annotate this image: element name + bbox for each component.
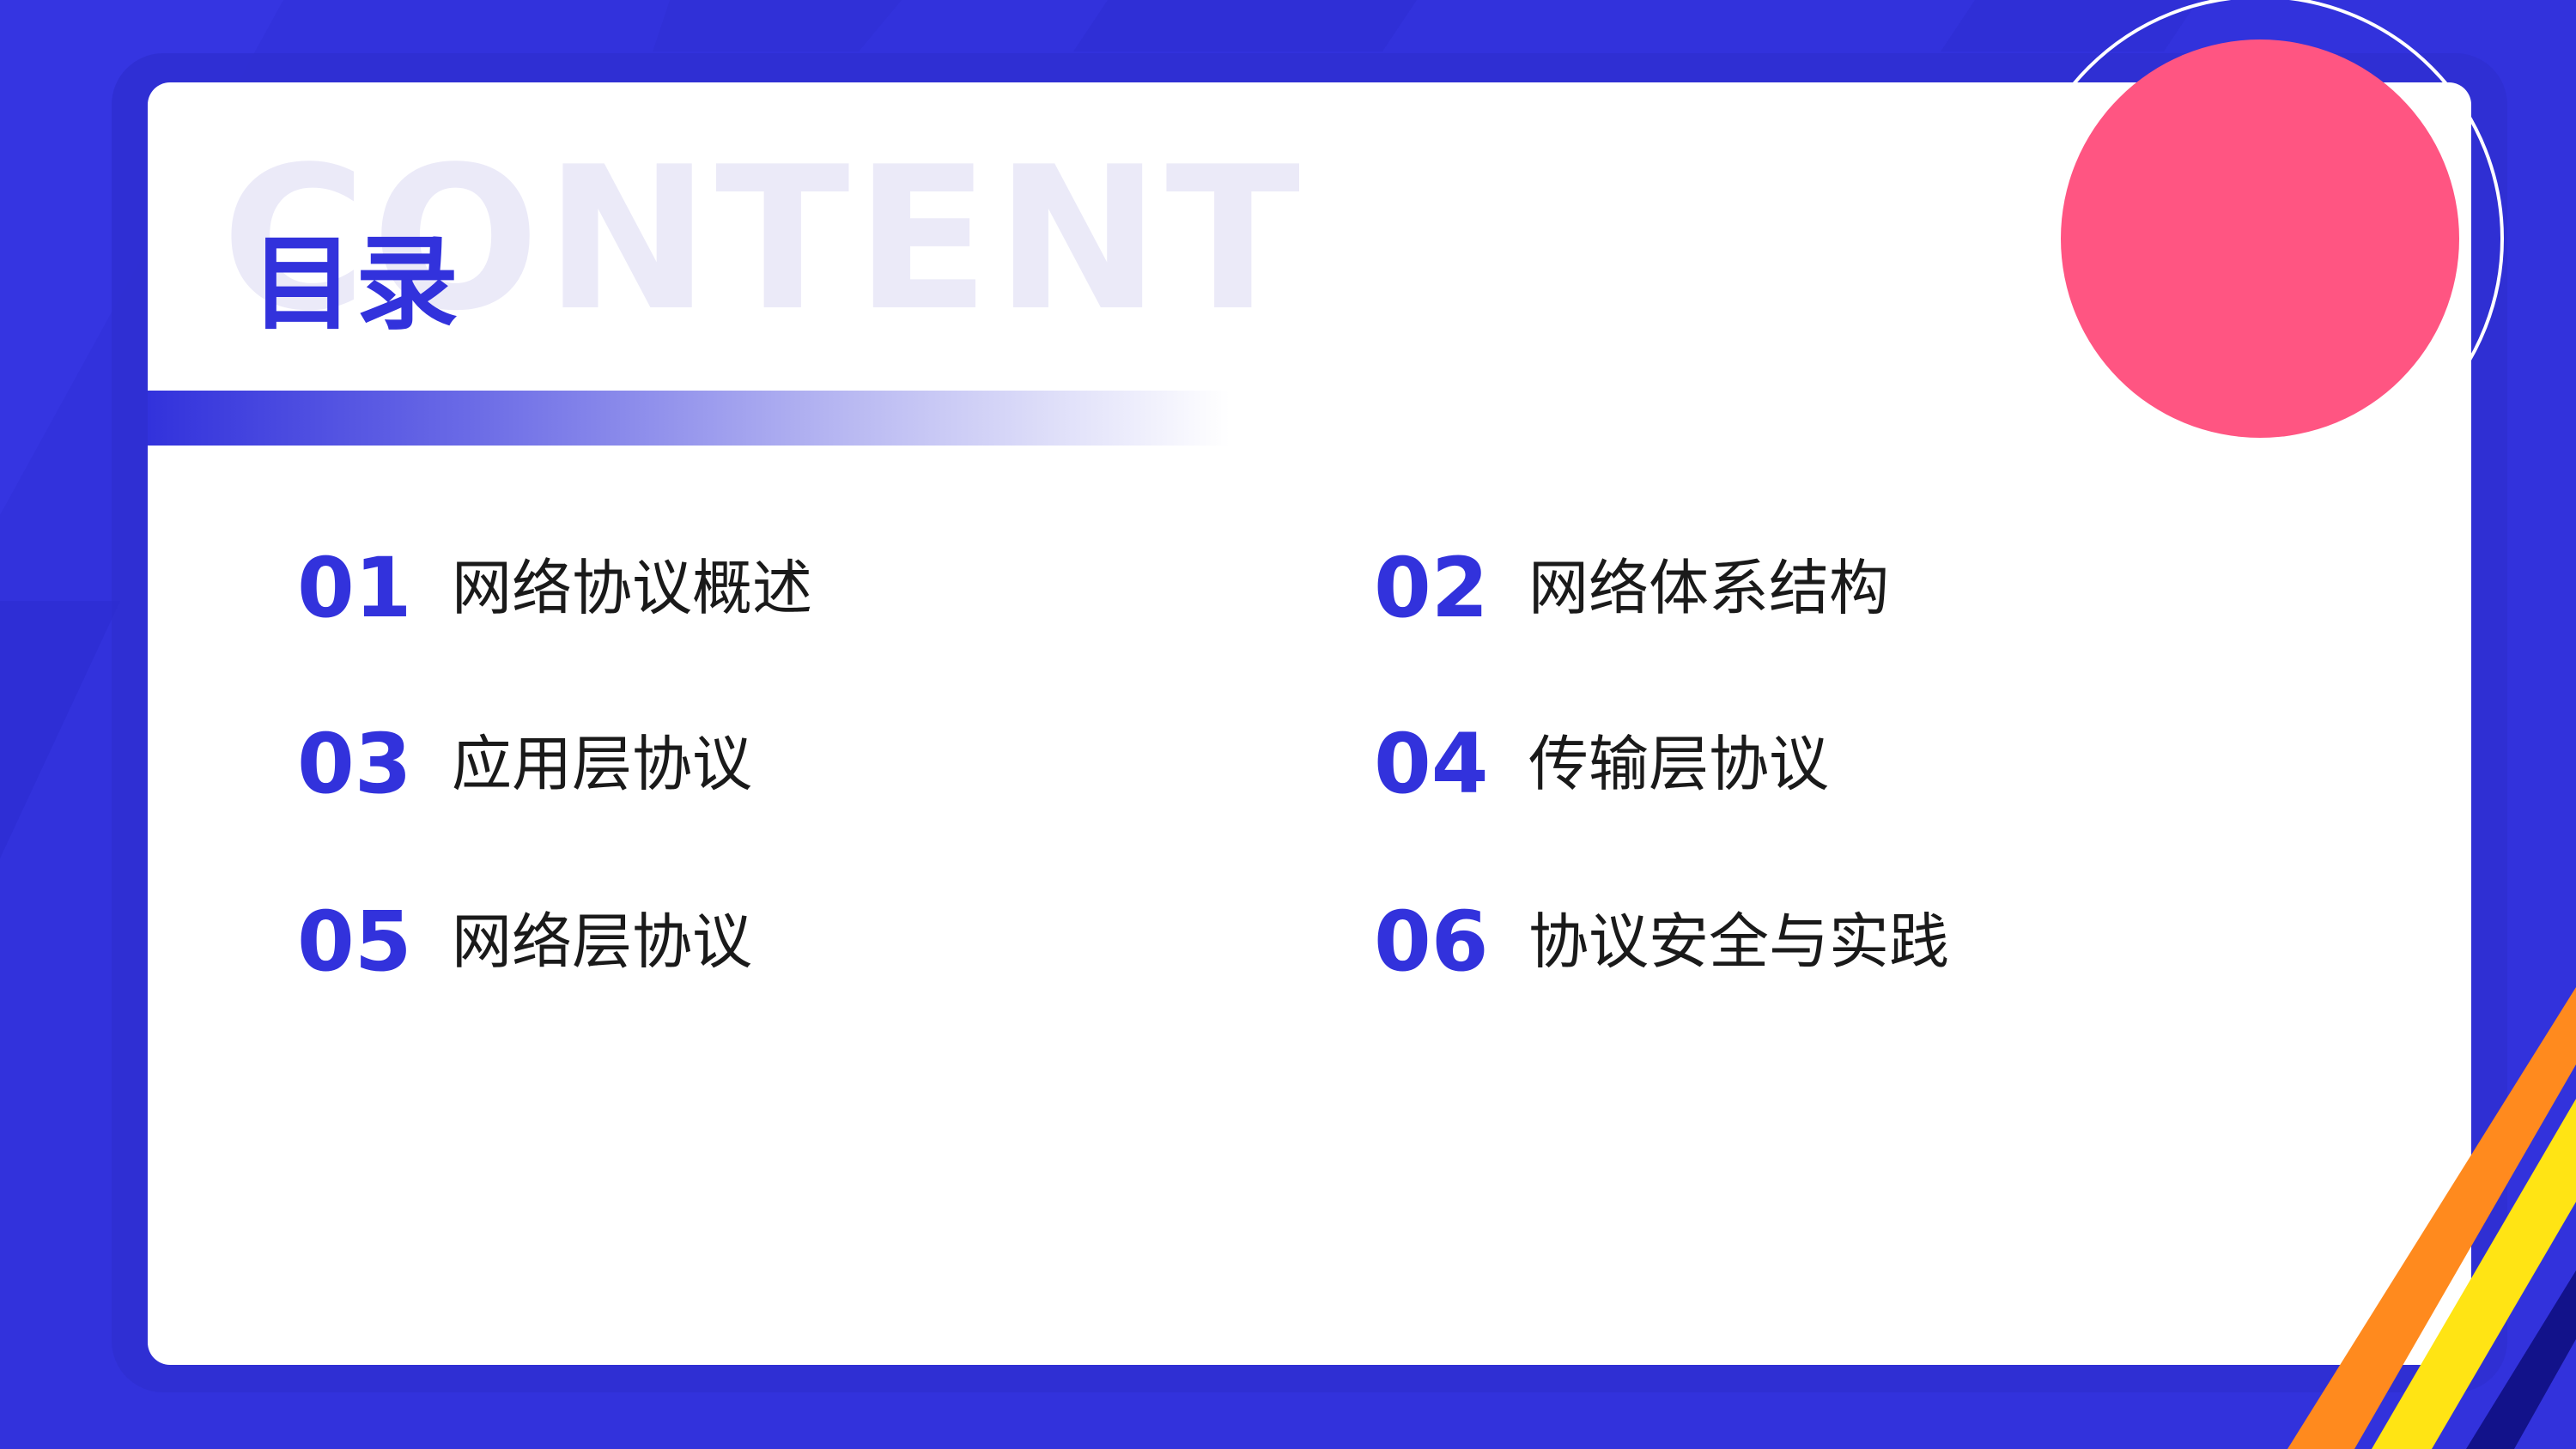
toc-label: 应用层协议 xyxy=(452,729,752,799)
toc-number: 04 xyxy=(1374,716,1489,812)
toc-item[interactable]: 05 网络层协议 xyxy=(297,894,752,989)
toc-number: 02 xyxy=(1374,540,1489,636)
toc-item[interactable]: 04 传输层协议 xyxy=(1374,717,1829,811)
toc-label: 网络协议概述 xyxy=(452,553,812,623)
toc-label: 传输层协议 xyxy=(1528,729,1829,799)
toc-item[interactable]: 02 网络体系结构 xyxy=(1374,541,1889,635)
slide: CONTENT 目录 01 网络协议概述 02 网络体系结构 03 应用层协议 … xyxy=(0,0,2576,1449)
toc-item[interactable]: 03 应用层协议 xyxy=(297,717,752,811)
toc-number: 01 xyxy=(297,540,412,636)
toc-label: 网络层协议 xyxy=(452,906,752,977)
pink-circle xyxy=(2061,39,2459,438)
toc-item[interactable]: 01 网络协议概述 xyxy=(297,541,812,635)
toc-number: 06 xyxy=(1374,894,1489,990)
toc-number: 03 xyxy=(297,716,412,812)
toc-number: 05 xyxy=(297,894,412,990)
toc-item[interactable]: 06 协议安全与实践 xyxy=(1374,894,1949,989)
page-title: 目录 xyxy=(251,225,460,344)
toc-label: 网络体系结构 xyxy=(1528,553,1889,623)
title-underline-bar xyxy=(148,391,1230,446)
toc-label: 协议安全与实践 xyxy=(1528,906,1949,977)
